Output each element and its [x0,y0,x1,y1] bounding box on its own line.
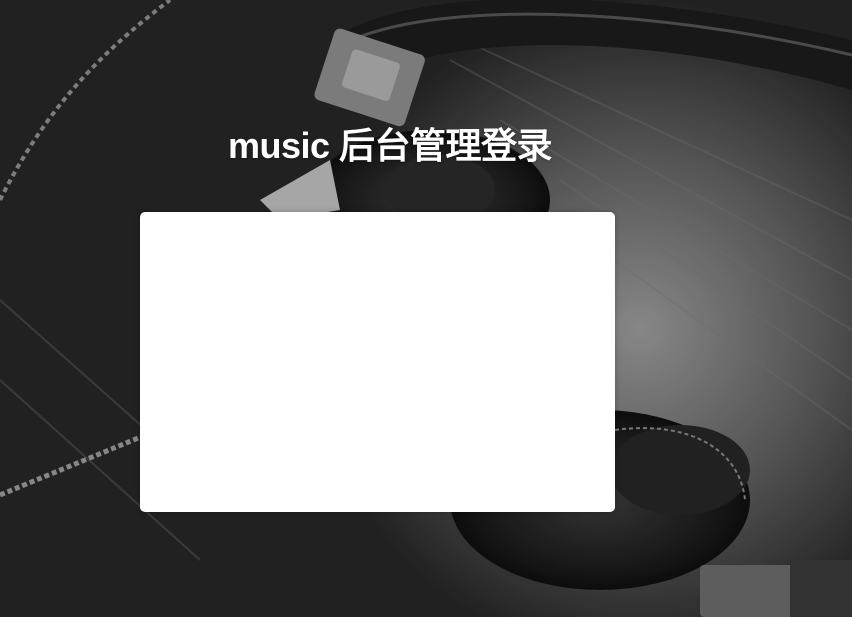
login-card [140,212,615,512]
page-title: music 后台管理登录 [227,125,553,166]
